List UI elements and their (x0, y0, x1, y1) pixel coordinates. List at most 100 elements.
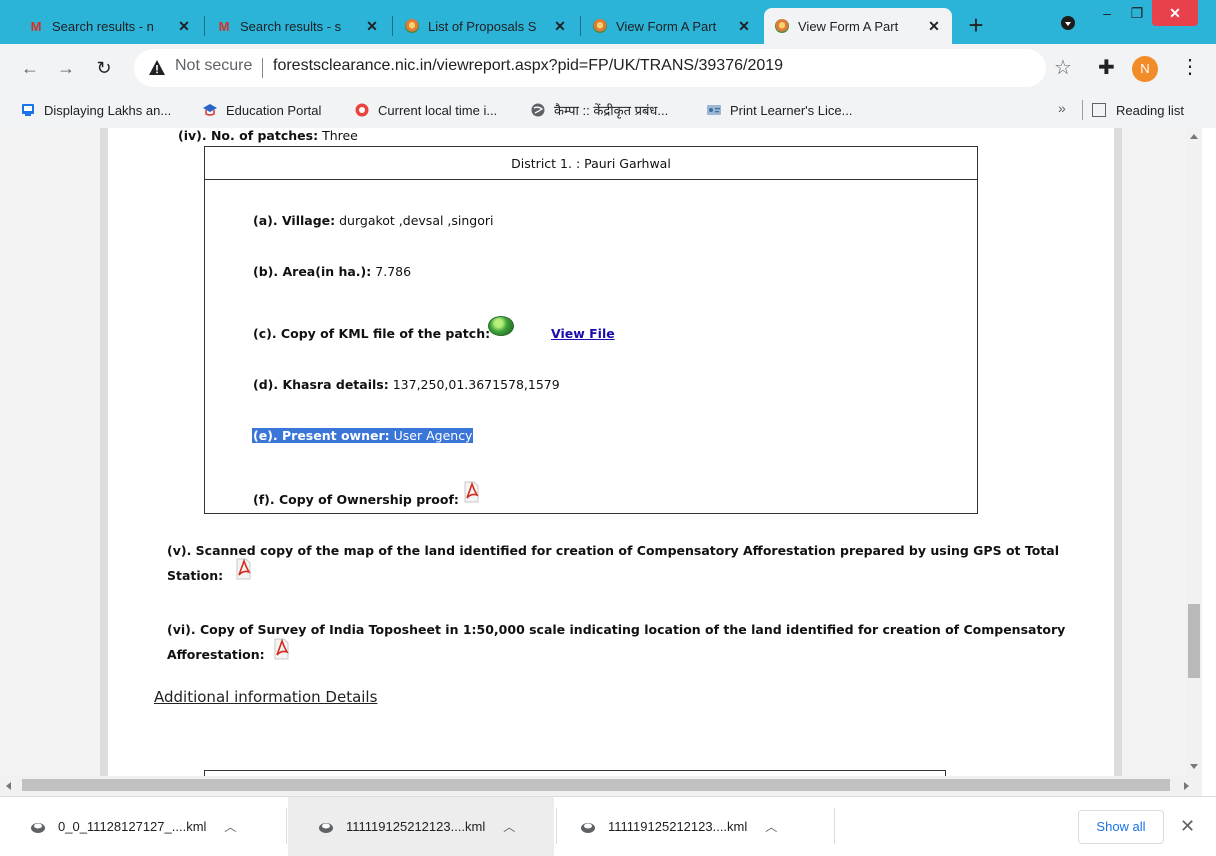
url-text[interactable]: forestsclearance.nic.in/viewreport.aspx?… (273, 57, 783, 75)
bookmarks-overflow-button[interactable]: » (1058, 100, 1066, 116)
tv-icon (20, 102, 36, 118)
tab-title: Search results - n (52, 18, 154, 34)
village-row: (a). Village: durgakot ,devsal ,singori (253, 213, 494, 228)
download-filename: 111119125212123....kml (608, 819, 748, 834)
page-margin-right (1122, 128, 1186, 776)
bookmark-star-icon[interactable]: ☆ (1054, 55, 1072, 80)
tab-title: List of Proposals S (428, 18, 537, 34)
additional-info-heading[interactable]: Additional information Details (154, 688, 377, 706)
bookmark-item[interactable]: Education Portal (202, 98, 321, 122)
close-icon[interactable]: ✕ (736, 18, 752, 35)
scroll-up-icon[interactable] (1190, 134, 1198, 139)
kml-file-icon[interactable] (488, 316, 514, 336)
reading-list-button[interactable]: Reading list (1092, 98, 1184, 122)
bookmark-label: Displaying Lakhs an... (44, 102, 172, 118)
khasra-value: 137,250,01.3671578,1579 (392, 377, 560, 392)
extensions-icon[interactable]: ✚ (1098, 55, 1115, 80)
page-margin-left (0, 128, 100, 776)
forward-icon[interactable]: → (54, 56, 78, 80)
village-value: durgakot ,devsal ,singori (339, 213, 494, 228)
vertical-scrollbar[interactable] (1186, 128, 1202, 776)
chevron-up-icon[interactable]: ︿ (765, 818, 777, 835)
restore-button[interactable]: ❐ (1122, 0, 1152, 26)
district-header: District 1. : Pauri Garhwal (205, 147, 977, 180)
tab-list-of-proposals[interactable]: List of Proposals S ✕ (394, 8, 578, 44)
village-label: (a). Village: (253, 213, 336, 228)
download-filename: 111119125212123....kml (346, 819, 486, 834)
bookmark-label: Current local time i... (378, 102, 498, 118)
item-vi-line-1: (vi). Copy of Survey of India Toposheet … (167, 622, 1066, 637)
tab-search-icon[interactable] (1061, 16, 1075, 30)
area-value: 7.786 (375, 264, 412, 279)
close-icon[interactable]: ✕ (1180, 816, 1195, 837)
item-v-text-2: Station: (167, 568, 223, 583)
warning-icon[interactable] (148, 59, 166, 77)
file-icon (319, 822, 333, 833)
omnibox-divider (262, 58, 263, 78)
menu-icon[interactable]: ⋮ (1180, 54, 1200, 79)
ownership-proof-label: (f). Copy of Ownership proof: (253, 492, 459, 507)
emblem-icon (404, 18, 420, 34)
patches-count-label: (iv). No. of patches: (178, 128, 319, 143)
license-icon (706, 102, 722, 118)
close-icon[interactable]: ✕ (552, 18, 568, 35)
file-icon (31, 822, 45, 833)
tab-divider (204, 16, 205, 36)
chevron-up-icon[interactable]: ︿ (503, 818, 515, 835)
horizontal-scrollbar[interactable] (0, 776, 1202, 796)
item-v-text: (v). Scanned copy of the map of the land… (167, 543, 1059, 558)
scroll-left-icon[interactable] (6, 782, 11, 790)
bookmark-item[interactable]: Current local time i... (354, 98, 497, 122)
scroll-down-icon[interactable] (1190, 764, 1198, 769)
scroll-right-icon[interactable] (1184, 782, 1189, 790)
ownership-proof-row: (f). Copy of Ownership proof: (253, 492, 459, 507)
tab-title: View Form A Part (798, 18, 899, 34)
avatar[interactable]: N (1132, 56, 1158, 82)
tab-search-results-2[interactable]: M Search results - s ✕ (206, 8, 390, 44)
patches-count: (iv). No. of patches: Three (178, 128, 358, 143)
chevron-up-icon[interactable]: ︿ (224, 818, 236, 835)
kml-row: (c). Copy of KML file of the patch: (253, 326, 490, 341)
education-icon (202, 102, 218, 118)
file-icon (581, 822, 595, 833)
back-icon[interactable]: ← (18, 56, 42, 80)
gmail-icon: M (30, 18, 42, 34)
security-status[interactable]: Not secure (175, 57, 252, 75)
close-icon[interactable]: ✕ (176, 18, 192, 35)
show-all-button[interactable]: Show all (1078, 810, 1164, 844)
close-icon[interactable]: ✕ (926, 18, 942, 35)
download-item[interactable]: 111119125212123....kml ︿ (288, 797, 554, 856)
reload-icon[interactable]: ↻ (92, 56, 116, 80)
globe-icon (530, 102, 546, 118)
gmail-icon: M (218, 18, 230, 34)
bookmark-item[interactable]: Print Learner's Lice... (706, 98, 852, 122)
download-divider (286, 808, 287, 844)
pdf-icon[interactable] (462, 481, 480, 503)
item-vi-text: (vi). Copy of Survey of India Toposheet … (167, 622, 1065, 637)
tab-view-form-a-part-active[interactable]: View Form A Part ✕ (764, 8, 952, 44)
window-close-button[interactable]: ✕ (1152, 0, 1198, 26)
download-item[interactable]: 111119125212123....kml ︿ (550, 797, 806, 856)
area-row: (b). Area(in ha.): 7.786 (253, 264, 411, 279)
clock-icon (354, 102, 370, 118)
tab-divider (392, 16, 393, 36)
tab-view-form-a-part[interactable]: View Form A Part ✕ (582, 8, 762, 44)
tab-search-results-1[interactable]: M Search results - n ✕ (18, 8, 202, 44)
tab-title: View Form A Part (616, 18, 717, 34)
pdf-icon[interactable] (272, 638, 290, 660)
item-v-line-1: (v). Scanned copy of the map of the land… (167, 543, 1060, 558)
scroll-thumb[interactable] (22, 779, 1170, 791)
pdf-icon[interactable] (234, 558, 252, 580)
close-icon[interactable]: ✕ (364, 18, 380, 35)
bookmark-item[interactable]: कैम्पा :: केंद्रीकृत प्रबंध... (530, 98, 668, 122)
scroll-thumb[interactable] (1188, 604, 1200, 678)
view-file-link[interactable]: View File (551, 326, 615, 341)
present-owner-row: (e). Present owner: User Agency (252, 428, 474, 443)
bookmark-item[interactable]: Displaying Lakhs an... (20, 98, 171, 122)
view-file-link-row: View File (551, 326, 615, 341)
present-owner-value: User Agency (393, 428, 473, 443)
minimize-button[interactable]: – (1092, 0, 1122, 26)
download-item[interactable]: 0_0_11128127127_....kml ︿ (0, 797, 284, 856)
new-tab-button[interactable]: + (962, 12, 990, 40)
download-filename: 0_0_11128127127_....kml (58, 819, 207, 834)
